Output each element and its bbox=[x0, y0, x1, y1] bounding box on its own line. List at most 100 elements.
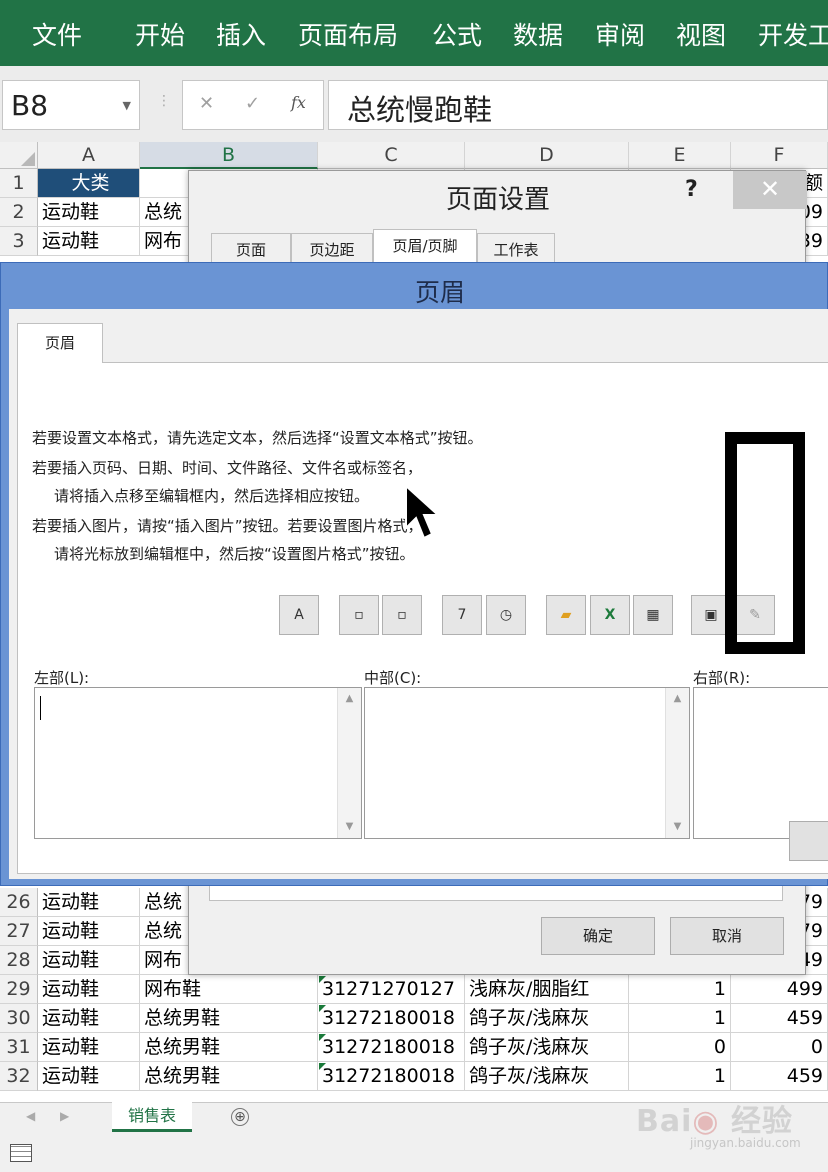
scroll-up-icon[interactable]: ▲ bbox=[338, 690, 361, 708]
ok-button[interactable] bbox=[789, 821, 828, 861]
table-cell[interactable]: 31271270127 bbox=[318, 975, 465, 1004]
table-row: 29 运动鞋 网布鞋 31271270127 浅麻灰/胭脂红 1 499 bbox=[0, 975, 828, 1004]
table-cell[interactable]: 1 bbox=[629, 1062, 731, 1091]
select-all-corner[interactable] bbox=[0, 142, 38, 169]
column-header[interactable]: A bbox=[38, 142, 140, 169]
row-header[interactable]: 32 bbox=[0, 1062, 38, 1091]
table-cell[interactable]: 运动鞋 bbox=[38, 917, 140, 946]
scroll-left-icon[interactable]: ◀ bbox=[26, 1109, 35, 1123]
scroll-down-icon[interactable]: ▼ bbox=[338, 818, 361, 836]
insert-date-button[interactable]: 7 bbox=[442, 595, 482, 635]
close-icon[interactable]: ✕ bbox=[733, 171, 807, 209]
table-cell[interactable]: 459 bbox=[731, 1062, 828, 1091]
table-cell[interactable]: 运动鞋 bbox=[38, 227, 140, 256]
scrollbar[interactable]: ▲ ▼ bbox=[665, 688, 689, 838]
insert-page-number-button[interactable]: ▫ bbox=[339, 595, 379, 635]
insert-file-name-button[interactable]: X bbox=[590, 595, 630, 635]
macro-record-icon[interactable] bbox=[10, 1144, 32, 1162]
dialog-title: 页眉 bbox=[414, 278, 465, 307]
table-cell[interactable]: 大类 bbox=[38, 169, 140, 198]
table-cell[interactable]: 31272180018 bbox=[318, 1062, 465, 1091]
table-cell[interactable]: 499 bbox=[731, 975, 828, 1004]
scroll-right-icon[interactable]: ▶ bbox=[60, 1109, 69, 1123]
scroll-up-icon[interactable]: ▲ bbox=[666, 690, 689, 708]
tab-sheet[interactable]: 工作表 bbox=[477, 233, 555, 265]
tab-header[interactable]: 页眉 bbox=[17, 323, 103, 363]
scrollbar[interactable]: ▲ ▼ bbox=[337, 688, 361, 838]
table-cell[interactable]: 31272180018 bbox=[318, 1004, 465, 1033]
insert-sheet-name-button[interactable]: ▦ bbox=[633, 595, 673, 635]
enter-icon[interactable]: ✓ bbox=[245, 93, 260, 114]
table-cell[interactable]: 459 bbox=[731, 1004, 828, 1033]
table-cell[interactable]: 1 bbox=[629, 1004, 731, 1033]
sheet-tab-sales[interactable]: 销售表 bbox=[112, 1102, 192, 1132]
tab-home[interactable]: 开始 bbox=[135, 16, 185, 52]
instruction-line: 请将光标放到编辑框中，然后按“设置图片格式”按钮。 bbox=[54, 545, 415, 563]
insert-page-count-button[interactable]: ▫ bbox=[382, 595, 422, 635]
formula-bar: B8 ▼ ⋮ ✕ ✓ fx 总统慢跑鞋 bbox=[0, 66, 828, 142]
table-cell[interactable]: 浅麻灰/胭脂红 bbox=[465, 975, 629, 1004]
chevron-down-icon[interactable]: ▼ bbox=[123, 99, 131, 112]
table-cell[interactable]: 31272180018 bbox=[318, 1033, 465, 1062]
table-cell[interactable]: 运动鞋 bbox=[38, 1004, 140, 1033]
center-section-input[interactable]: ▲ ▼ bbox=[364, 687, 690, 839]
insert-function-icon[interactable]: fx bbox=[291, 93, 306, 112]
table-cell[interactable]: 运动鞋 bbox=[38, 1062, 140, 1091]
tab-page-layout[interactable]: 页面布局 bbox=[298, 16, 398, 52]
table-cell[interactable]: 运动鞋 bbox=[38, 975, 140, 1004]
cancel-icon[interactable]: ✕ bbox=[199, 93, 214, 114]
tab-view[interactable]: 视图 bbox=[676, 16, 726, 52]
add-sheet-icon[interactable]: ⊕ bbox=[231, 1108, 249, 1126]
tab-developer[interactable]: 开发工 bbox=[758, 16, 828, 52]
insert-file-path-button[interactable]: ▰ bbox=[546, 595, 586, 635]
row-header[interactable]: 27 bbox=[0, 917, 38, 946]
row-header[interactable]: 1 bbox=[0, 169, 38, 198]
formula-input[interactable]: 总统慢跑鞋 bbox=[328, 80, 828, 130]
right-section-input[interactable] bbox=[693, 687, 828, 839]
tab-data[interactable]: 数据 bbox=[513, 16, 563, 52]
name-box[interactable]: B8 ▼ bbox=[2, 80, 140, 130]
table-cell[interactable]: 1 bbox=[629, 975, 731, 1004]
table-cell[interactable]: 网布鞋 bbox=[140, 975, 318, 1004]
row-header[interactable]: 30 bbox=[0, 1004, 38, 1033]
column-header[interactable]: B bbox=[140, 142, 318, 169]
row-header[interactable]: 2 bbox=[0, 198, 38, 227]
table-cell[interactable]: 运动鞋 bbox=[38, 1033, 140, 1062]
table-cell[interactable]: 运动鞋 bbox=[38, 888, 140, 917]
column-header[interactable]: C bbox=[318, 142, 465, 169]
row-header[interactable]: 31 bbox=[0, 1033, 38, 1062]
insert-time-button[interactable]: ◷ bbox=[486, 595, 526, 635]
table-cell[interactable]: 鸽子灰/浅麻灰 bbox=[465, 1033, 629, 1062]
table-cell[interactable]: 总统男鞋 bbox=[140, 1004, 318, 1033]
tab-margins[interactable]: 页边距 bbox=[291, 233, 373, 265]
table-cell[interactable]: 0 bbox=[629, 1033, 731, 1062]
text-caret bbox=[40, 696, 41, 720]
row-header[interactable]: 26 bbox=[0, 888, 38, 917]
tab-file[interactable]: 文件 bbox=[32, 16, 82, 52]
number-as-text-indicator bbox=[319, 1005, 326, 1012]
column-header[interactable]: F bbox=[731, 142, 828, 169]
column-header[interactable]: D bbox=[465, 142, 629, 169]
tab-formulas[interactable]: 公式 bbox=[432, 16, 482, 52]
tab-insert[interactable]: 插入 bbox=[216, 16, 266, 52]
table-cell[interactable]: 运动鞋 bbox=[38, 198, 140, 227]
help-icon[interactable]: ? bbox=[685, 177, 698, 202]
row-header[interactable]: 28 bbox=[0, 946, 38, 975]
table-cell[interactable]: 运动鞋 bbox=[38, 946, 140, 975]
format-text-button[interactable]: A bbox=[279, 595, 319, 635]
table-cell[interactable]: 鸽子灰/浅麻灰 bbox=[465, 1062, 629, 1091]
ok-button[interactable]: 确定 bbox=[541, 917, 655, 955]
tab-review[interactable]: 审阅 bbox=[595, 16, 645, 52]
left-section-input[interactable]: ▲ ▼ bbox=[34, 687, 362, 839]
tab-page[interactable]: 页面 bbox=[211, 233, 291, 265]
table-cell[interactable]: 0 bbox=[731, 1033, 828, 1062]
column-header[interactable]: E bbox=[629, 142, 731, 169]
row-header[interactable]: 29 bbox=[0, 975, 38, 1004]
cancel-button[interactable]: 取消 bbox=[670, 917, 784, 955]
table-cell[interactable]: 鸽子灰/浅麻灰 bbox=[465, 1004, 629, 1033]
table-cell[interactable]: 总统男鞋 bbox=[140, 1062, 318, 1091]
tab-header-footer[interactable]: 页眉/页脚 bbox=[373, 229, 477, 266]
scroll-down-icon[interactable]: ▼ bbox=[666, 818, 689, 836]
table-cell[interactable]: 总统男鞋 bbox=[140, 1033, 318, 1062]
row-header[interactable]: 3 bbox=[0, 227, 38, 256]
